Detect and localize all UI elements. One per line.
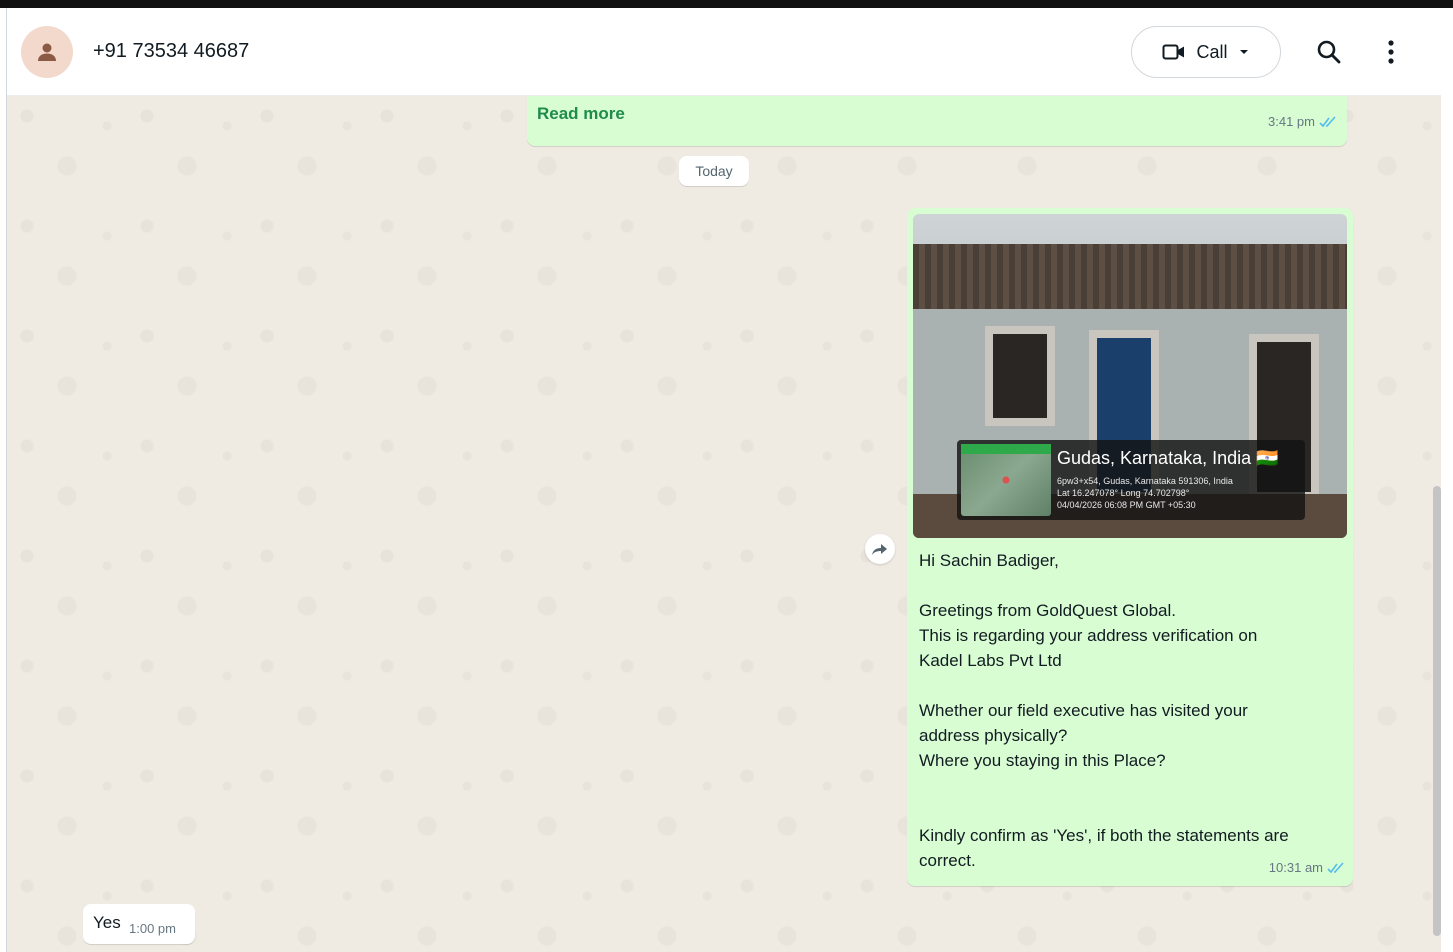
message-bubble-outgoing[interactable]: Read more 3:41 pm xyxy=(527,96,1347,146)
message-time: 3:41 pm xyxy=(1268,114,1337,129)
message-text-line: Kadel Labs Pvt Ltd xyxy=(919,651,1062,670)
message-text-line: Greetings from GoldQuest Global. xyxy=(919,601,1177,620)
message-list[interactable]: Read more 3:41 pm Today Gudas, Karnataka… xyxy=(7,96,1441,952)
kebab-menu-icon xyxy=(1388,40,1394,64)
geotag-map-header xyxy=(961,444,1051,454)
message-text-line: Where you staying in this Place? xyxy=(919,751,1166,770)
message-bubble-outgoing[interactable]: Gudas, Karnataka, India 🇮🇳 6pw3+x54, Gud… xyxy=(907,208,1353,886)
message-text: Yes xyxy=(93,913,121,932)
video-camera-icon xyxy=(1162,44,1185,60)
read-more-link[interactable]: Read more xyxy=(537,104,625,124)
geotag-coordinates: Lat 16.247078° Long 74.702798° xyxy=(1057,488,1190,498)
forward-button[interactable] xyxy=(865,534,895,564)
message-text-line: Kindly confirm as 'Yes', if both the sta… xyxy=(919,826,1289,845)
double-check-icon xyxy=(1327,861,1344,873)
geotag-map-thumbnail xyxy=(961,444,1051,516)
geotag-overlay: Gudas, Karnataka, India 🇮🇳 6pw3+x54, Gud… xyxy=(957,440,1305,520)
message-text-line: address physically? xyxy=(919,726,1068,745)
message-bubble-incoming[interactable]: Yes 1:00 pm xyxy=(83,904,195,944)
photo-roof xyxy=(913,244,1347,314)
call-button-label: Call xyxy=(1196,41,1228,62)
attached-photo[interactable]: Gudas, Karnataka, India 🇮🇳 6pw3+x54, Gud… xyxy=(913,214,1347,538)
message-time-text: 10:31 am xyxy=(1268,860,1323,875)
contact-name[interactable]: +91 73534 46687 xyxy=(93,40,249,63)
geotag-datetime: 04/04/2026 06:08 PM GMT +05:30 xyxy=(1057,500,1196,510)
chat-window: +91 73534 46687 Call Read more 3:41 pm T… xyxy=(6,8,1441,952)
date-separator: Today xyxy=(679,156,749,186)
geotag-title: Gudas, Karnataka, India 🇮🇳 xyxy=(1057,448,1279,468)
search-icon xyxy=(1317,40,1341,64)
scrollbar[interactable] xyxy=(1433,486,1441,936)
geotag-address: 6pw3+x54, Gudas, Karnataka 591306, India xyxy=(1057,476,1233,486)
person-icon xyxy=(38,43,56,61)
more-options-button[interactable] xyxy=(1373,34,1409,70)
call-button[interactable]: Call xyxy=(1131,26,1281,78)
message-text-line: This is regarding your address verificat… xyxy=(919,626,1258,645)
message-text-line: Hi Sachin Badiger, xyxy=(919,551,1059,570)
message-text-line: correct. xyxy=(919,851,976,870)
double-check-icon xyxy=(1319,115,1336,127)
caret-down-icon xyxy=(1239,50,1248,54)
avatar[interactable] xyxy=(21,26,73,78)
message-time-text: 3:41 pm xyxy=(1268,114,1315,129)
forward-icon xyxy=(872,544,887,555)
search-button[interactable] xyxy=(1311,34,1347,70)
window-top-border xyxy=(0,0,1453,8)
chat-header: +91 73534 46687 Call xyxy=(7,8,1441,96)
photo-window xyxy=(985,326,1055,426)
message-time: 1:00 pm xyxy=(129,921,176,936)
message-time: 10:31 am xyxy=(1269,860,1345,875)
message-text-line: Whether our field executive has visited … xyxy=(919,701,1248,720)
